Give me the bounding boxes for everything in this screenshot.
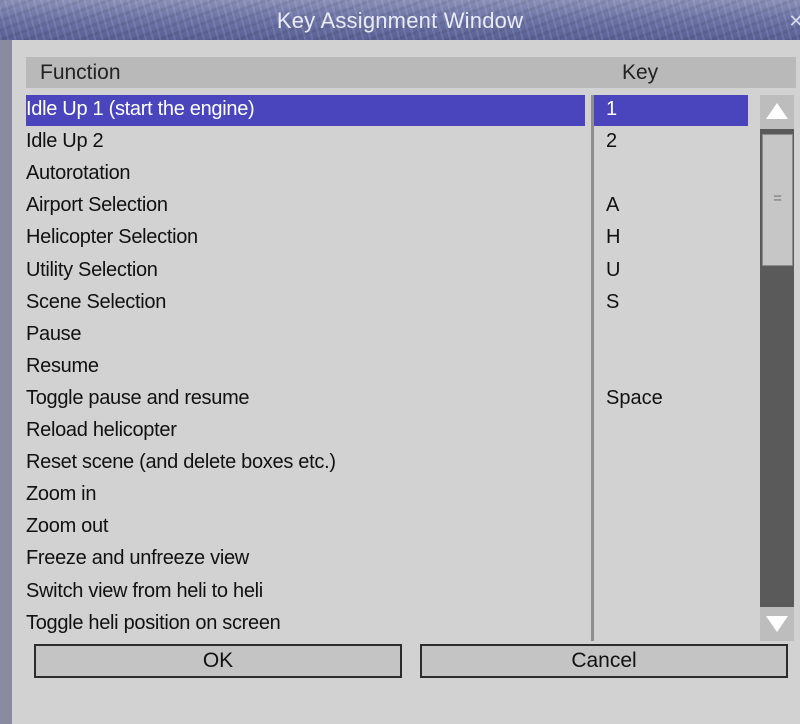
function-cell: Pause — [26, 322, 82, 345]
key-cell: H — [606, 226, 621, 249]
table-row[interactable]: Zoom in — [26, 480, 748, 511]
key-cell: Space — [606, 386, 663, 409]
table-row[interactable]: Idle Up 2 2 — [26, 127, 748, 158]
table-row[interactable]: Helicopter Selection H — [26, 223, 748, 254]
key-cell: 1 — [606, 98, 618, 120]
function-cell: Toggle heli position on screen — [26, 611, 281, 634]
function-cell: Resume — [26, 354, 99, 377]
ok-button[interactable]: OK — [34, 644, 402, 678]
key-cell: A — [606, 194, 620, 217]
scroll-up-button[interactable] — [760, 95, 794, 129]
key-cell: 2 — [606, 130, 618, 153]
function-cell: Idle Up 2 — [26, 130, 104, 153]
function-cell: Autorotation — [26, 162, 131, 185]
table-row[interactable]: Pause — [26, 320, 748, 351]
window-title: Key Assignment Window — [276, 8, 524, 33]
function-cell: Scene Selection — [26, 290, 167, 313]
table-row[interactable]: Toggle heli position on screen — [26, 609, 748, 640]
function-cell: Reload helicopter — [26, 419, 177, 441]
function-cell: Idle Up 1 (start the engine) — [26, 98, 255, 120]
function-cell: Zoom out — [26, 515, 109, 538]
scroll-down-button[interactable] — [760, 607, 794, 641]
table-row[interactable]: Airport Selection A — [26, 191, 748, 222]
table-row[interactable]: Switch view from heli to heli — [26, 577, 748, 608]
grip-icon: = — [773, 190, 782, 207]
function-cell: Reset scene (and delete boxes etc.) — [26, 451, 336, 474]
table-row[interactable]: Scene Selection S — [26, 288, 748, 319]
function-cell: Freeze and unfreeze view — [26, 547, 249, 570]
scrollbar[interactable]: = — [760, 95, 794, 641]
key-cell: U — [606, 258, 621, 281]
function-cell: Switch view from heli to heli — [26, 579, 263, 602]
table-row[interactable]: Freeze and unfreeze view — [26, 544, 748, 575]
function-cell: Zoom in — [26, 483, 97, 506]
title-bar[interactable]: Key Assignment Window ✕ — [0, 0, 800, 40]
scroll-thumb[interactable]: = — [762, 134, 793, 266]
key-column-header: Key — [622, 61, 659, 84]
arrow-up-icon — [766, 103, 788, 119]
function-cell: Airport Selection — [26, 194, 168, 217]
table-row[interactable]: Zoom out — [26, 512, 748, 543]
column-divider — [591, 95, 594, 641]
cancel-button[interactable]: Cancel — [420, 644, 788, 678]
table-row[interactable]: Resume — [26, 352, 748, 383]
table-row[interactable]: Toggle pause and resume Space — [26, 384, 748, 415]
arrow-down-icon — [766, 616, 788, 632]
background-edge — [0, 40, 12, 724]
key-assignment-dialog: Function Key Idle Up 1 (start the engine… — [12, 40, 800, 724]
key-cell: S — [606, 290, 620, 313]
table-row[interactable]: Reset scene (and delete boxes etc.) — [26, 448, 748, 479]
table-row[interactable]: Autorotation — [26, 159, 748, 190]
table-row[interactable]: Reload helicopter — [26, 416, 748, 447]
table-row[interactable]: Idle Up 1 (start the engine) 1 — [26, 95, 748, 126]
function-cell: Toggle pause and resume — [26, 386, 250, 409]
function-list[interactable]: Idle Up 1 (start the engine) 1 Idle Up 2 2 A… — [26, 95, 748, 643]
table-header: Function Key — [26, 57, 796, 88]
close-icon[interactable]: ✕ — [788, 12, 800, 30]
function-cell: Utility Selection — [26, 258, 158, 281]
function-cell: Helicopter Selection — [26, 226, 198, 249]
table-row[interactable]: Utility Selection U — [26, 256, 748, 287]
function-column-header: Function — [40, 61, 121, 84]
